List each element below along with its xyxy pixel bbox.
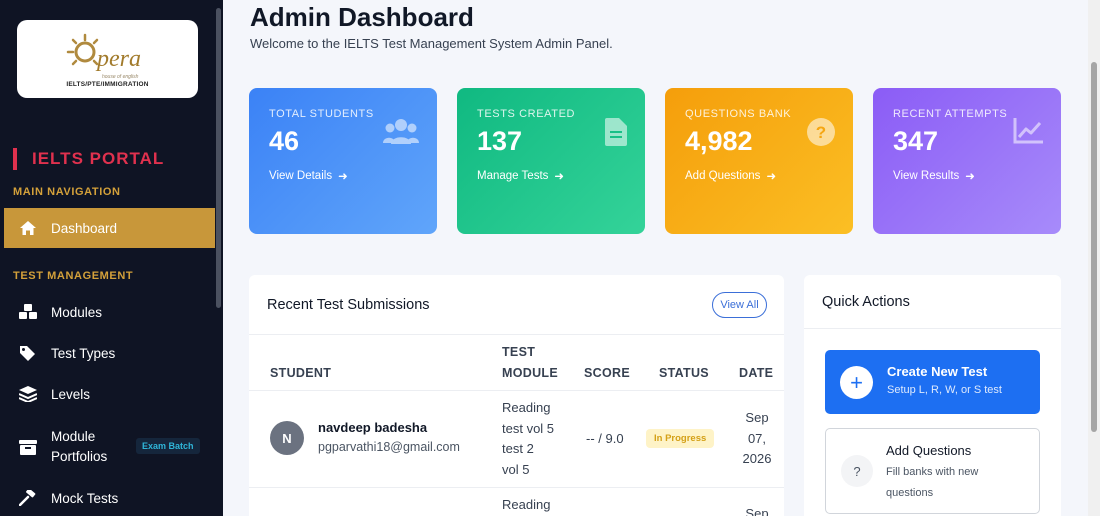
test-module-cell: Reading (502, 497, 551, 512)
home-icon (18, 218, 38, 238)
sidebar-item-label: Module Portfolios (51, 427, 107, 467)
tags-icon (18, 343, 38, 363)
link-label: View Details (269, 170, 333, 182)
action-title: Create New Test (887, 364, 988, 379)
link-label: Add Questions (685, 170, 761, 182)
sidebar-item-label: Dashboard (51, 220, 118, 236)
divider (804, 328, 1061, 329)
sidebar-item-label: Test Types (51, 345, 116, 361)
divider (249, 334, 784, 335)
panel-title: Quick Actions (822, 294, 910, 310)
layers-icon (18, 384, 38, 404)
brand-logo[interactable]: pera house of english IELTS/PTE/IMMIGRAT… (17, 20, 198, 98)
stat-value: 137 (477, 126, 523, 156)
svg-text:?: ? (816, 123, 826, 142)
action-subtitle: Setup L, R, W, or S test (887, 384, 1002, 396)
view-results-link[interactable]: View Results ➜ (893, 169, 1041, 183)
test-management-label: TEST MANAGEMENT (13, 270, 134, 282)
page-scrollbar[interactable] (1088, 0, 1100, 516)
column-header-score[interactable]: SCORE (584, 363, 630, 383)
date-line: 07, (747, 430, 767, 446)
column-header-status[interactable]: STATUS (659, 363, 709, 383)
date-cell: Sep 07, 2026 (742, 408, 772, 470)
stat-card-total-students: TOTAL STUDENTS 46 View Details ➜ (249, 88, 437, 234)
sidebar-item-dashboard[interactable]: Dashboard (4, 208, 215, 248)
add-questions-button[interactable]: ? Add Questions Fill banks with new ques… (825, 428, 1040, 514)
score-cell: -- / 9.0 (586, 431, 624, 446)
student-email: pgparvathi18@gmail.com (318, 440, 460, 454)
arrow-right-icon: ➜ (965, 171, 975, 183)
module-line: test 2 (502, 441, 534, 456)
recent-submissions-panel: Recent Test Submissions View All STUDENT… (249, 275, 784, 516)
sidebar-scrollbar[interactable] (216, 8, 221, 308)
logo-subtitle: IELTS/PTE/IMMIGRATION (66, 81, 149, 88)
question-icon: ? (841, 455, 873, 487)
stat-label: TESTS CREATED (477, 108, 576, 120)
exam-batch-badge: Exam Batch (136, 438, 200, 454)
sidebar: pera house of english IELTS/PTE/IMMIGRAT… (0, 0, 223, 516)
arrow-right-icon: ➜ (554, 171, 565, 183)
view-all-button[interactable]: View All (712, 292, 767, 318)
scrollbar-thumb[interactable] (1091, 62, 1097, 432)
sidebar-item-label: Mock Tests (51, 490, 119, 506)
test-module-cell: Reading test vol 5 test 2 vol 5 (502, 398, 554, 480)
sidebar-item-label: Modules (51, 304, 103, 320)
add-questions-link[interactable]: Add Questions ➜ (685, 169, 833, 183)
column-header-date[interactable]: DATE (739, 363, 773, 383)
arrow-right-icon: ➜ (338, 171, 348, 183)
sidebar-item-mock-tests[interactable]: Mock Tests (4, 478, 215, 516)
sidebar-item-test-types[interactable]: Test Types (4, 333, 215, 373)
date-line: Sep (745, 410, 769, 425)
link-label: View Results (893, 170, 960, 182)
portal-title: IELTS PORTAL (13, 148, 164, 170)
sidebar-item-label-line1: Module (51, 429, 96, 444)
plus-icon: + (840, 366, 873, 399)
page-title: Admin Dashboard (250, 2, 474, 32)
gavel-icon (18, 488, 38, 508)
module-line: test vol 5 (502, 420, 555, 436)
stat-card-questions-bank: QUESTIONS BANK 4,982 Add Questions ➜ ? (665, 88, 853, 234)
question-circle-icon: ? (807, 118, 835, 146)
module-line: vol 5 (502, 461, 530, 477)
file-icon (605, 118, 627, 146)
create-new-test-button[interactable]: + Create New Test Setup L, R, W, or S te… (825, 350, 1040, 414)
panel-title: Recent Test Submissions (267, 297, 430, 313)
manage-tests-link[interactable]: Manage Tests ➜ (477, 169, 625, 183)
sidebar-item-levels[interactable]: Levels (4, 374, 215, 414)
column-header-module[interactable]: MODULE (502, 363, 558, 383)
logo-tagline: house of english (102, 74, 139, 80)
view-details-link[interactable]: View Details ➜ (269, 169, 417, 183)
stat-card-tests-created: TESTS CREATED 137 Manage Tests ➜ (457, 88, 645, 234)
stat-card-recent-attempts: RECENT ATTEMPTS 347 View Results ➜ (873, 88, 1061, 234)
module-line: Reading (502, 400, 551, 415)
divider (249, 390, 784, 391)
archive-icon (18, 437, 38, 457)
action-title: Add Questions (886, 443, 972, 458)
users-icon (383, 119, 419, 144)
date-line: 2026 (742, 451, 772, 466)
sidebar-item-label-line2: Portfolios (51, 449, 108, 464)
chart-line-icon (1013, 118, 1043, 144)
arrow-right-icon: ➜ (766, 171, 777, 183)
column-header-student[interactable]: STUDENT (270, 363, 331, 383)
quick-actions-panel: Quick Actions + Create New Test Setup L,… (804, 275, 1061, 516)
status-badge: In Progress (646, 429, 715, 448)
divider (249, 487, 784, 488)
sidebar-item-label: Levels (51, 386, 91, 402)
avatar: N (270, 421, 304, 455)
page-subtitle: Welcome to the IELTS Test Management Sys… (250, 36, 613, 51)
main-nav-label: MAIN NAVIGATION (13, 186, 121, 198)
date-cell: Sep (745, 506, 769, 516)
student-name: navdeep badesha (318, 420, 428, 435)
cubes-icon (18, 302, 38, 322)
column-header-test[interactable]: TEST (502, 342, 535, 362)
logo-word: pera (97, 46, 141, 72)
action-subtitle: Fill banks with new questions (886, 466, 979, 499)
link-label: Manage Tests (477, 170, 549, 182)
sidebar-item-modules[interactable]: Modules (4, 292, 215, 332)
